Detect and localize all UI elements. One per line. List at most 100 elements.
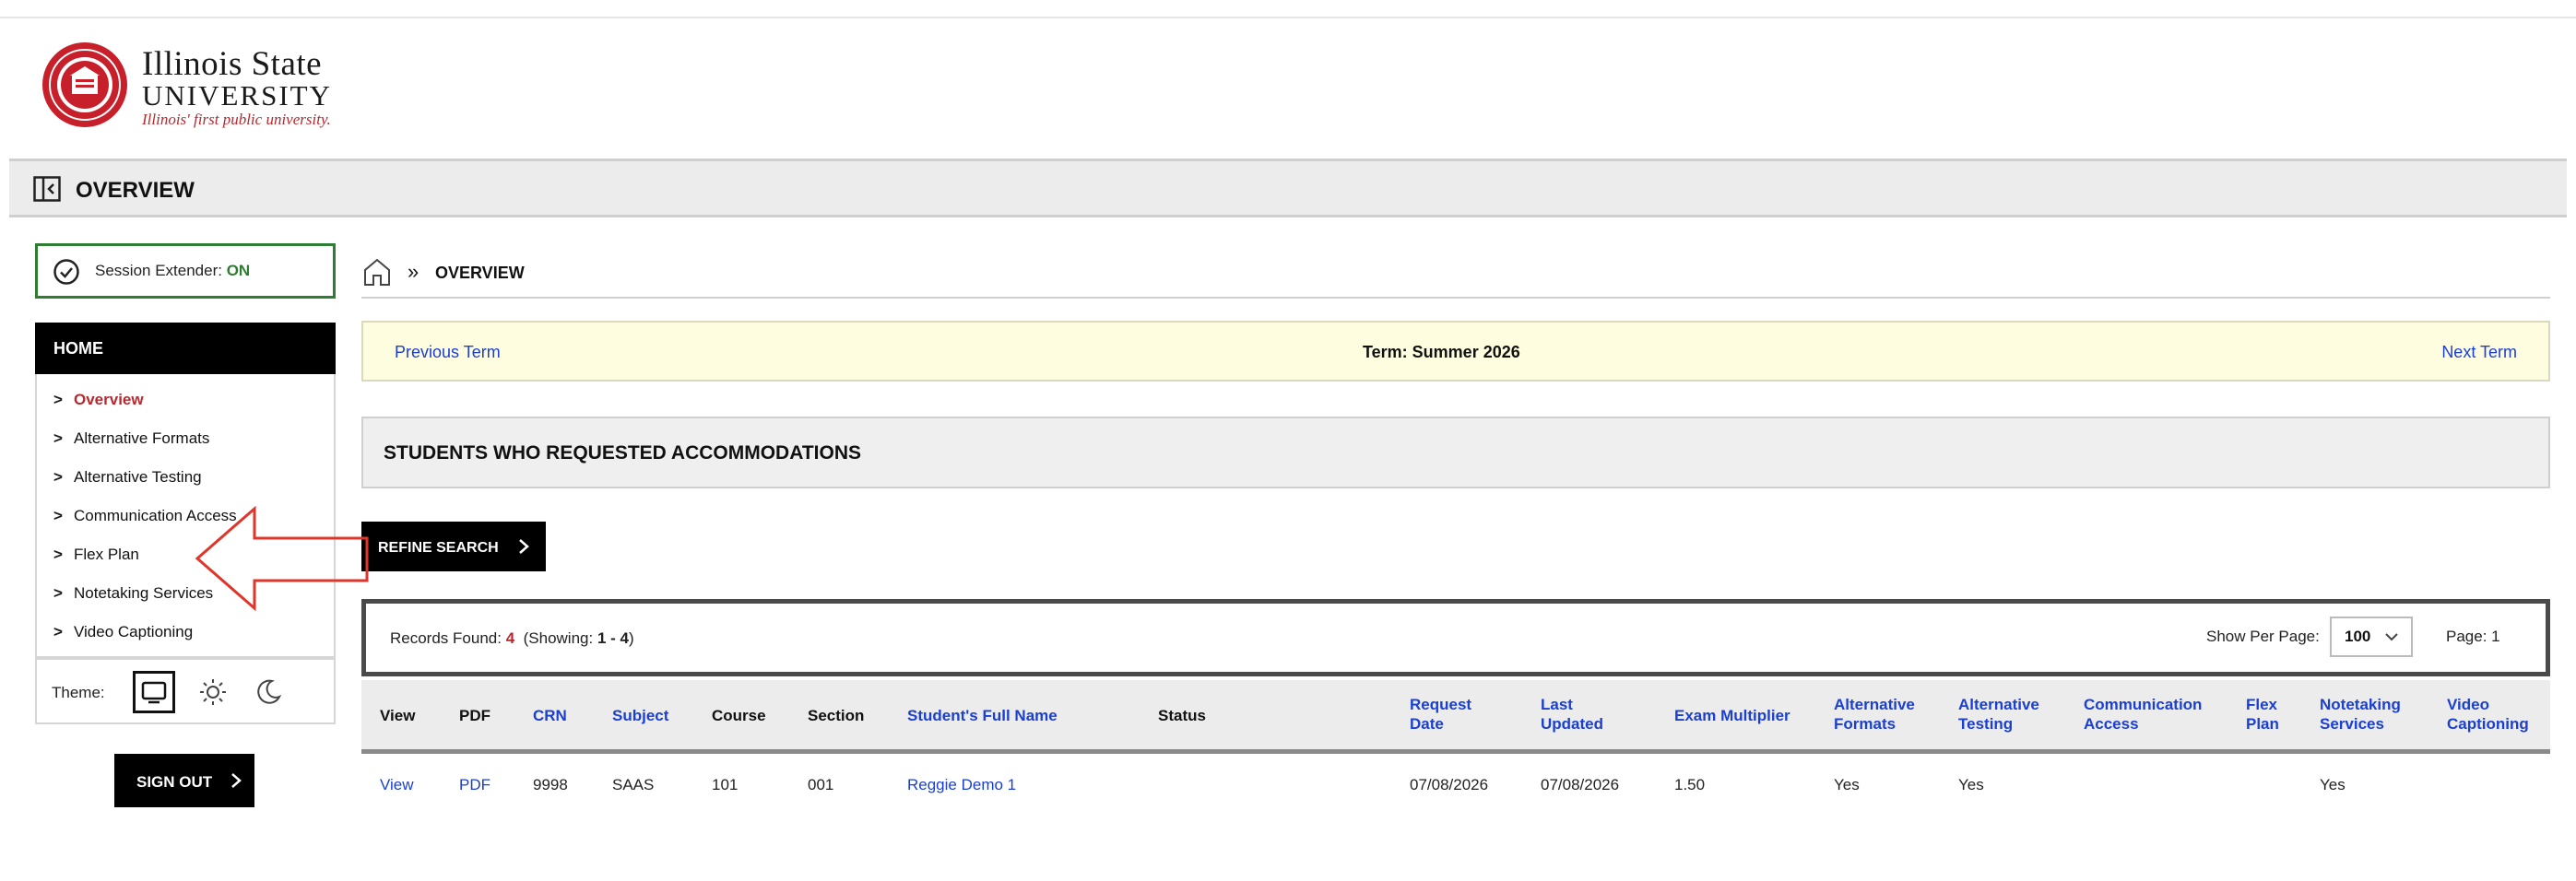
header-line: Notetaking	[2320, 696, 2401, 713]
header-line: Alternative	[1958, 696, 2039, 713]
logo-tagline: Illinois' first public university.	[142, 111, 331, 128]
records-showing-label: (Showing:	[523, 629, 597, 647]
sidebar-item-label: Overview	[74, 391, 144, 408]
chevron-right-icon: >	[53, 429, 63, 447]
column-header-alternative-formats[interactable]: Alternative Formats	[1834, 695, 1915, 734]
sidebar-item-label: Alternative Formats	[74, 429, 210, 447]
column-header-view: View	[380, 707, 416, 724]
sidebar-item-label: Flex Plan	[74, 546, 139, 563]
header-line: Testing	[1958, 715, 2014, 733]
column-header-student-name[interactable]: Student's Full Name	[907, 706, 1058, 725]
sidebar-item-label: Video Captioning	[74, 623, 194, 640]
top-rule	[0, 17, 2576, 18]
cell-section: 001	[808, 776, 834, 793]
column-header-subject[interactable]: Subject	[612, 706, 668, 725]
chevron-right-icon	[519, 539, 530, 554]
column-header-notetaking-services[interactable]: Notetaking Services	[2320, 695, 2401, 734]
sidebar-toggle-icon[interactable]	[33, 176, 61, 202]
header-line: Services	[2320, 715, 2384, 733]
theme-light-button[interactable]	[192, 671, 234, 713]
university-logo[interactable]: Illinois State UNIVERSITY Illinois' firs…	[41, 41, 428, 138]
logo-line-university: UNIVERSITY	[142, 79, 332, 112]
sidebar-item-label: Alternative Testing	[74, 468, 202, 486]
records-showing-value: 1 - 4	[597, 629, 629, 647]
sidebar-item-communication-access[interactable]: > Communication Access	[53, 507, 237, 546]
header-line: Plan	[2246, 715, 2279, 733]
previous-term-link[interactable]: Previous Term	[395, 343, 501, 362]
theme-dark-button[interactable]	[247, 671, 290, 713]
cell-course: 101	[712, 776, 739, 793]
refine-search-button[interactable]: REFINE SEARCH	[361, 522, 546, 571]
column-header-video-captioning[interactable]: Video Captioning	[2447, 695, 2529, 734]
cell-notetaking-services: Yes	[2320, 776, 2346, 793]
header-line: Video	[2447, 696, 2489, 713]
header-line: Alternative	[1834, 696, 1915, 713]
column-header-crn[interactable]: CRN	[533, 706, 567, 725]
sidebar-item-overview[interactable]: > Overview	[53, 391, 237, 429]
chevron-down-icon	[2385, 633, 2398, 641]
cell-alternative-testing: Yes	[1958, 776, 1984, 793]
column-header-exam-multiplier[interactable]: Exam Multiplier	[1674, 706, 1790, 725]
sun-icon	[200, 679, 226, 705]
theme-system-button[interactable]	[133, 671, 175, 713]
cell-request-date: 07/08/2026	[1410, 776, 1489, 793]
sidebar-item-video-captioning[interactable]: > Video Captioning	[53, 623, 237, 662]
header-line: Access	[2084, 715, 2139, 733]
records-found: Records Found: 4 (Showing: 1 - 4)	[390, 629, 634, 648]
overview-header-bar: OVERVIEW	[9, 159, 2567, 217]
column-header-alternative-testing[interactable]: Alternative Testing	[1958, 695, 2039, 734]
records-found-label: Records Found:	[390, 629, 506, 647]
per-page-select[interactable]: 100	[2330, 617, 2413, 657]
refine-search-label: REFINE SEARCH	[378, 540, 499, 556]
column-header-flex-plan[interactable]: Flex Plan	[2246, 695, 2279, 734]
cell-crn: 9998	[533, 776, 568, 793]
per-page-label: Show Per Page:	[2206, 628, 2320, 645]
chevron-right-icon: >	[53, 546, 63, 563]
records-count: 4	[505, 629, 515, 647]
records-summary: Records Found: 4 (Showing: 1 - 4) Show P…	[361, 599, 2550, 676]
header-line: Updated	[1541, 715, 1603, 733]
column-header-last-updated[interactable]: Last Updated	[1541, 695, 1603, 734]
sidebar-item-notetaking-services[interactable]: > Notetaking Services	[53, 584, 237, 623]
session-extender-text: Session Extender: ON	[95, 262, 250, 280]
column-header-pdf: PDF	[459, 707, 490, 724]
breadcrumb: » OVERVIEW	[361, 256, 2550, 299]
column-header-request-date[interactable]: Request Date	[1410, 695, 1471, 734]
sidebar-nav: > Overview > Alternative Formats > Alternat…	[35, 374, 336, 658]
view-link[interactable]: View	[380, 776, 414, 794]
theme-switcher: Theme:	[35, 658, 336, 724]
session-extender-status: ON	[226, 262, 251, 279]
sidebar-item-label: Communication Access	[74, 507, 237, 524]
table-row: View PDF 9998 SAAS 101 001 Reggie Demo 1…	[361, 756, 2550, 815]
column-header-status: Status	[1158, 707, 1206, 724]
home-icon[interactable]	[361, 256, 393, 288]
page-title: OVERVIEW	[76, 178, 195, 203]
chevron-right-icon: >	[53, 391, 63, 408]
column-header-communication-access[interactable]: Communication Access	[2084, 695, 2202, 734]
column-header-course: Course	[712, 707, 766, 724]
pdf-link[interactable]: PDF	[459, 776, 490, 794]
monitor-icon	[141, 681, 167, 704]
current-term: Term: Summer 2026	[1363, 343, 1520, 361]
check-circle-icon	[53, 259, 79, 285]
chevron-right-icon: >	[53, 584, 63, 602]
header-line: Communication	[2084, 696, 2203, 713]
moon-icon	[257, 679, 282, 704]
session-extender[interactable]: Session Extender: ON	[35, 243, 336, 299]
breadcrumb-separator-icon: »	[408, 260, 419, 283]
chevron-right-icon: >	[53, 507, 63, 524]
student-name-link[interactable]: Reggie Demo 1	[907, 776, 1016, 794]
next-term-link[interactable]: Next Term	[2441, 343, 2517, 362]
sidebar-home-header[interactable]: HOME	[35, 323, 336, 374]
header-line: Flex	[2246, 696, 2278, 713]
section-header: STUDENTS WHO REQUESTED ACCOMMODATIONS	[361, 417, 2550, 488]
per-page-value: 100	[2345, 628, 2371, 645]
column-header-section: Section	[808, 707, 865, 724]
sidebar-item-alternative-testing[interactable]: > Alternative Testing	[53, 468, 237, 507]
page-indicator: Page: 1	[2446, 628, 2500, 645]
sidebar-item-flex-plan[interactable]: > Flex Plan	[53, 546, 237, 584]
sign-out-button[interactable]: SIGN OUT	[114, 754, 254, 807]
sidebar-item-alternative-formats[interactable]: > Alternative Formats	[53, 429, 237, 468]
header-line: Date	[1410, 715, 1444, 733]
table-header: View PDF CRN Subject Course Section Stud…	[361, 680, 2550, 754]
